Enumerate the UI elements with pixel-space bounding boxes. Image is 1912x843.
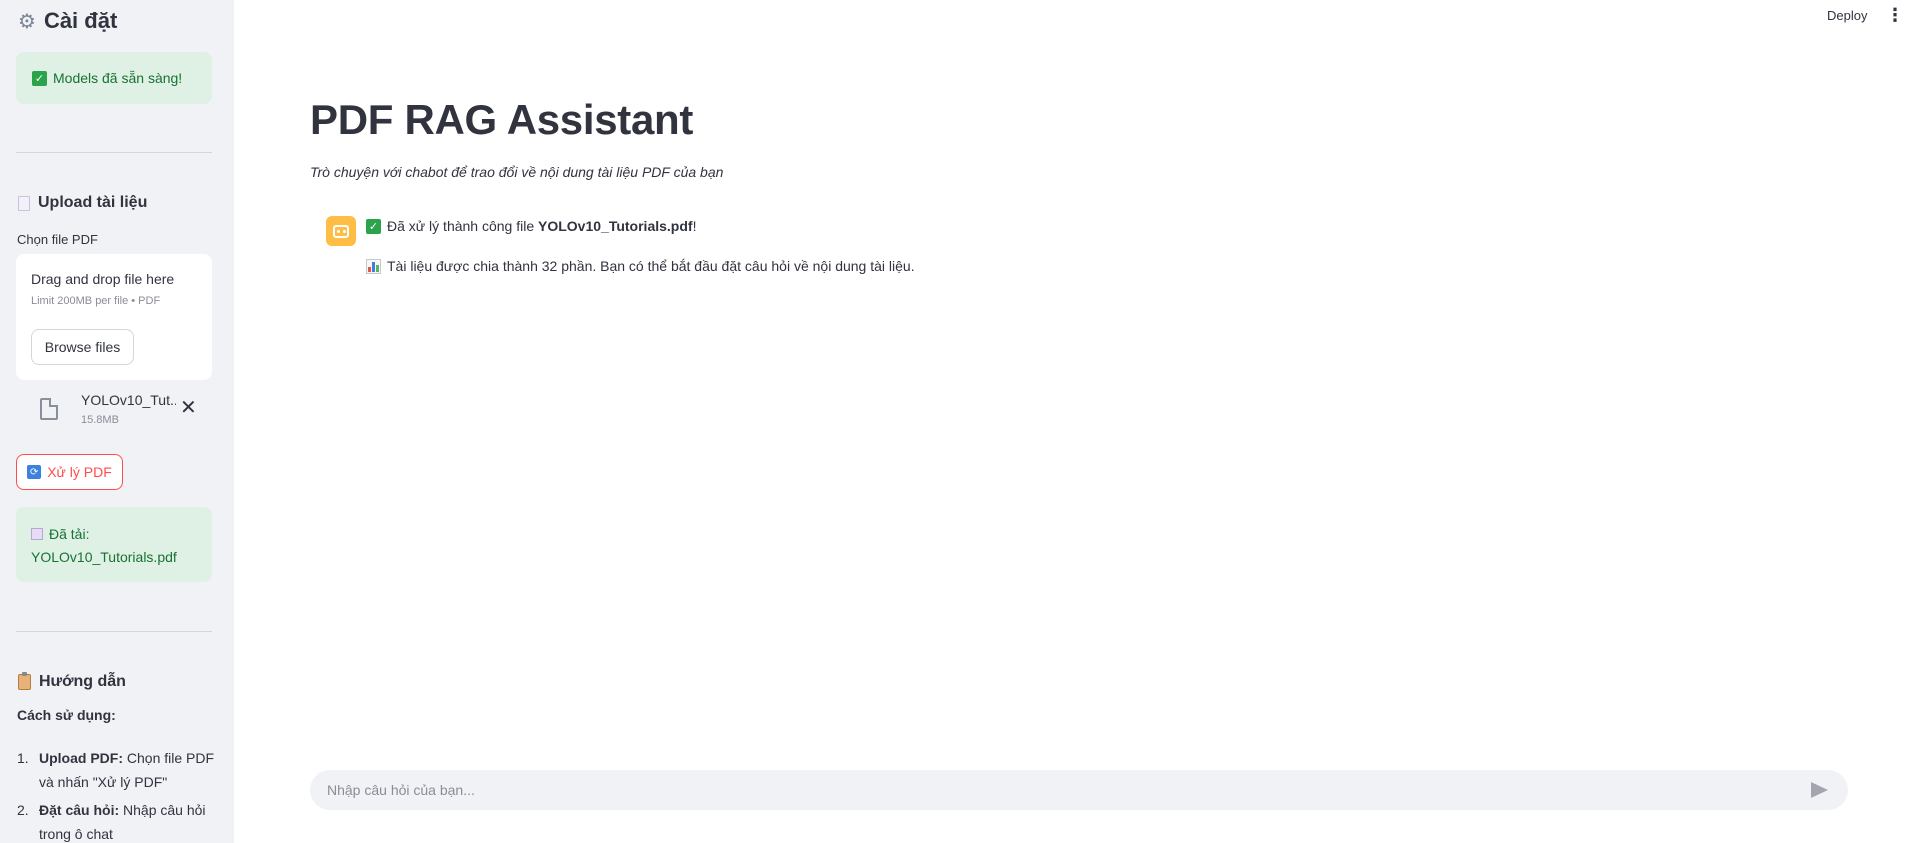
note-icon <box>31 528 43 540</box>
browse-files-button[interactable]: Browse files <box>31 329 134 365</box>
clipboard-icon <box>18 672 31 690</box>
success-suffix: ! <box>692 218 697 234</box>
close-icon[interactable]: ✕ <box>180 398 197 418</box>
step-bold: Đặt câu hỏi: <box>39 802 120 818</box>
chat-message-info: Tài liệu được chia thành 32 phần. Bạn có… <box>366 258 915 274</box>
page-subtitle: Trò chuyện với chabot để trao đổi về nội… <box>310 164 724 180</box>
bar-chart-icon <box>366 258 381 274</box>
upload-section-title: Upload tài liệu <box>38 194 148 211</box>
kebab-menu-icon[interactable]: ⋮ <box>1886 6 1904 24</box>
page-title: PDF RAG Assistant <box>310 96 694 143</box>
check-icon: ✓ <box>32 70 47 86</box>
divider <box>16 631 212 632</box>
process-pdf-label: Xử lý PDF <box>47 464 112 480</box>
file-dropzone[interactable]: Drag and drop file here Limit 200MB per … <box>16 254 212 380</box>
sidebar-title: ⚙ Cài đặt <box>18 8 117 34</box>
loaded-file-name: YOLOv10_Tutorials.pdf <box>31 549 177 565</box>
sidebar: ⚙ Cài đặt ✓ Models đã sẵn sàng! Upload t… <box>0 0 234 843</box>
list-item: 2. Đặt câu hỏi: Nhập câu hỏi trong ô cha… <box>17 798 217 843</box>
dropzone-limit: Limit 200MB per file • PDF <box>31 295 161 307</box>
step-number: 1. <box>17 750 29 766</box>
bot-avatar <box>326 216 356 246</box>
loaded-prefix: Đã tải: <box>49 526 90 542</box>
document-icon <box>18 195 30 211</box>
howto-section-heading: Hướng dẫn <box>18 672 126 691</box>
chat-input-bar <box>310 770 1848 810</box>
divider <box>16 152 212 153</box>
success-file: YOLOv10_Tutorials.pdf <box>538 218 693 234</box>
chat-message-success: ✓ Đã xử lý thành công file YOLOv10_Tutor… <box>366 218 696 234</box>
robot-icon <box>333 224 349 238</box>
step-number: 2. <box>17 802 29 818</box>
file-icon <box>40 398 58 420</box>
file-input-label: Chọn file PDF <box>17 232 98 247</box>
uploaded-file-row: YOLOv10_Tut... 15.8MB ✕ <box>16 392 212 434</box>
check-icon: ✓ <box>366 218 381 234</box>
success-prefix: Đã xử lý thành công file <box>387 218 539 234</box>
dropzone-title: Drag and drop file here <box>31 271 175 287</box>
usage-label: Cách sử dụng: <box>17 707 116 723</box>
uploaded-file-size: 15.8MB <box>81 414 119 426</box>
howto-steps: 1. Upload PDF: Chọn file PDF và nhấn "Xử… <box>17 746 217 843</box>
uploaded-file-name: YOLOv10_Tut... <box>81 392 176 408</box>
list-item: 1. Upload PDF: Chọn file PDF và nhấn "Xử… <box>17 746 217 794</box>
sidebar-title-label: Cài đặt <box>43 8 118 33</box>
deploy-button[interactable]: Deploy <box>1827 8 1867 23</box>
models-ready-alert: ✓ Models đã sẵn sàng! <box>16 52 212 104</box>
info-text: Tài liệu được chia thành 32 phần. Bạn có… <box>387 258 915 274</box>
send-icon[interactable] <box>1811 782 1828 798</box>
models-ready-text: Models đã sẵn sàng! <box>53 70 183 86</box>
chat-input[interactable] <box>327 782 1777 798</box>
howto-section-title: Hướng dẫn <box>39 673 126 690</box>
step-bold: Upload PDF: <box>39 750 123 766</box>
file-loaded-alert: Đã tải: YOLOv10_Tutorials.pdf <box>16 507 212 582</box>
process-pdf-button[interactable]: ⟳ Xử lý PDF <box>16 454 123 490</box>
refresh-icon: ⟳ <box>27 465 42 479</box>
gear-icon: ⚙ <box>18 10 36 33</box>
upload-section-heading: Upload tài liệu <box>18 194 147 212</box>
